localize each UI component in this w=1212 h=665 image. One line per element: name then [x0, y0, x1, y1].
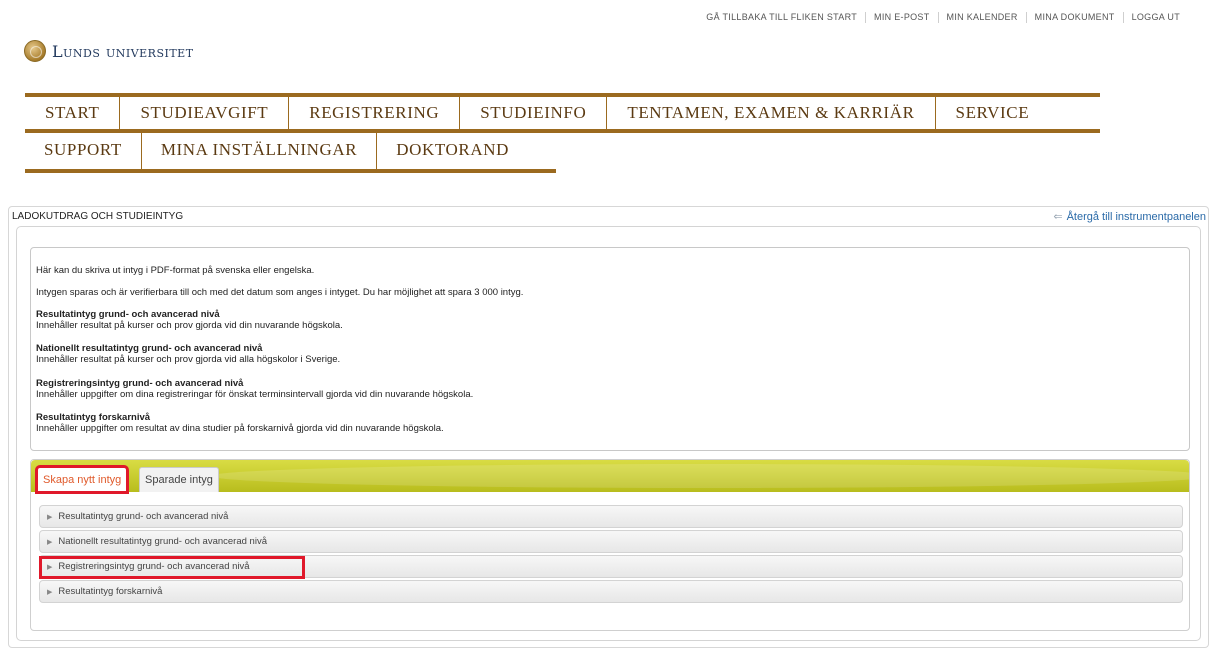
- accordion-label: Registreringsintyg grund- och avancerad …: [58, 561, 250, 572]
- nav-item-registrering[interactable]: REGISTRERING: [289, 97, 461, 129]
- accordion-item-resultatintyg[interactable]: ▶ Resultatintyg grund- och avancerad niv…: [39, 505, 1183, 528]
- accordion-item-nationellt[interactable]: ▶ Nationellt resultatintyg grund- och av…: [39, 530, 1183, 553]
- main-nav-row1: START STUDIEAVGIFT REGISTRERING STUDIEIN…: [25, 93, 1100, 133]
- section-heading-2: Nationellt resultatintyg grund- och avan…: [36, 343, 263, 354]
- tab-saved[interactable]: Sparade intyg: [139, 467, 219, 492]
- section-heading-4: Resultatintyg forskarnivå: [36, 412, 151, 423]
- info-section-heading: Resultatintyg forskarnivå: [36, 412, 150, 423]
- back-link-label: Återgå till instrumentpanelen: [1066, 210, 1206, 223]
- panel-title: LADOKUTDRAG OCH STUDIEINTYG: [12, 211, 184, 222]
- section-desc-2: Innehåller resultat på kurser och prov g…: [36, 354, 341, 365]
- nav-item-start[interactable]: START: [25, 97, 121, 129]
- info-box: Här kan du skriva ut intyg i PDF-format …: [30, 247, 1190, 451]
- accordion-label: Nationellt resultatintyg grund- och avan…: [58, 536, 267, 547]
- tab-create-new[interactable]: Skapa nytt intyg: [34, 465, 130, 494]
- section-heading-3: Registreringsintyg grund- och avancerad …: [36, 378, 244, 389]
- nav-item-installningar[interactable]: MINA INSTÄLLNINGAR: [142, 131, 378, 169]
- university-seal-icon: [24, 40, 46, 62]
- info-section-heading: Resultatintyg grund- och avancerad nivå: [36, 309, 220, 320]
- nav-item-service[interactable]: SERVICE: [936, 97, 1050, 129]
- nav-item-doktorand[interactable]: DOKTORAND: [377, 131, 528, 169]
- logo-text: Lunds universitet: [52, 41, 194, 61]
- accordion-item-registreringsintyg[interactable]: ▶ Registreringsintyg grund- och avancera…: [39, 555, 1183, 578]
- info-intro-1: Här kan du skriva ut intyg i PDF-format …: [36, 265, 315, 276]
- back-to-dashboard-link[interactable]: ⇐ Återgå till instrumentpanelen: [1053, 210, 1206, 224]
- accordion-label: Resultatintyg grund- och avancerad nivå: [58, 511, 229, 522]
- accordion-label: Resultatintyg forskarnivå: [58, 586, 163, 597]
- section-desc-4: Innehåller uppgifter om resultat av dina…: [36, 423, 444, 434]
- nav-item-support[interactable]: SUPPORT: [25, 131, 142, 169]
- top-link-documents[interactable]: MINA DOKUMENT: [1025, 12, 1123, 23]
- top-link-logout[interactable]: LOGGA UT: [1122, 12, 1188, 23]
- top-link-calendar[interactable]: MIN KALENDER: [937, 12, 1026, 23]
- certificate-tabs: Skapa nytt intyg Sparade intyg ▶ Resulta…: [30, 459, 1190, 631]
- nav-item-studieavgift[interactable]: STUDIEAVGIFT: [120, 97, 290, 129]
- section-desc-3: Innehåller uppgifter om dina registrerin…: [36, 389, 474, 400]
- nav-item-studieinfo[interactable]: STUDIEINFO: [460, 97, 608, 129]
- certificates-panel: LADOKUTDRAG OCH STUDIEINTYG ⇐ Återgå til…: [8, 206, 1209, 648]
- arrow-left-icon: ⇐: [1053, 211, 1063, 223]
- caret-right-icon: ▶: [47, 538, 53, 546]
- caret-right-icon: ▶: [47, 513, 53, 521]
- accordion-item-forskarniva[interactable]: ▶ Resultatintyg forskarnivå: [39, 580, 1183, 603]
- top-links-bar: GÅ TILLBAKA TILL FLIKEN START MIN E-POST…: [698, 12, 1188, 23]
- info-section-heading: Registreringsintyg grund- och avancerad …: [36, 378, 243, 389]
- info-intro-2: Intygen sparas och är verifierbara till …: [36, 287, 524, 298]
- top-link-back-start[interactable]: GÅ TILLBAKA TILL FLIKEN START: [698, 12, 865, 23]
- section-desc-1: Innehåller resultat på kurser och prov g…: [36, 320, 343, 331]
- info-section-heading: Nationellt resultatintyg grund- och avan…: [36, 343, 262, 354]
- panel-header: LADOKUTDRAG OCH STUDIEINTYG ⇐ Återgå til…: [9, 207, 1208, 227]
- university-logo[interactable]: Lunds universitet: [24, 40, 194, 62]
- section-heading-1: Resultatintyg grund- och avancerad nivå: [36, 309, 220, 320]
- caret-right-icon: ▶: [47, 563, 53, 571]
- caret-right-icon: ▶: [47, 588, 53, 596]
- nav-item-tentamen[interactable]: TENTAMEN, EXAMEN & KARRIÄR: [607, 97, 936, 129]
- main-nav-row2: SUPPORT MINA INSTÄLLNINGAR DOKTORAND: [25, 131, 556, 173]
- top-link-email[interactable]: MIN E-POST: [865, 12, 938, 23]
- panel-inner: Här kan du skriva ut intyg i PDF-format …: [16, 226, 1201, 641]
